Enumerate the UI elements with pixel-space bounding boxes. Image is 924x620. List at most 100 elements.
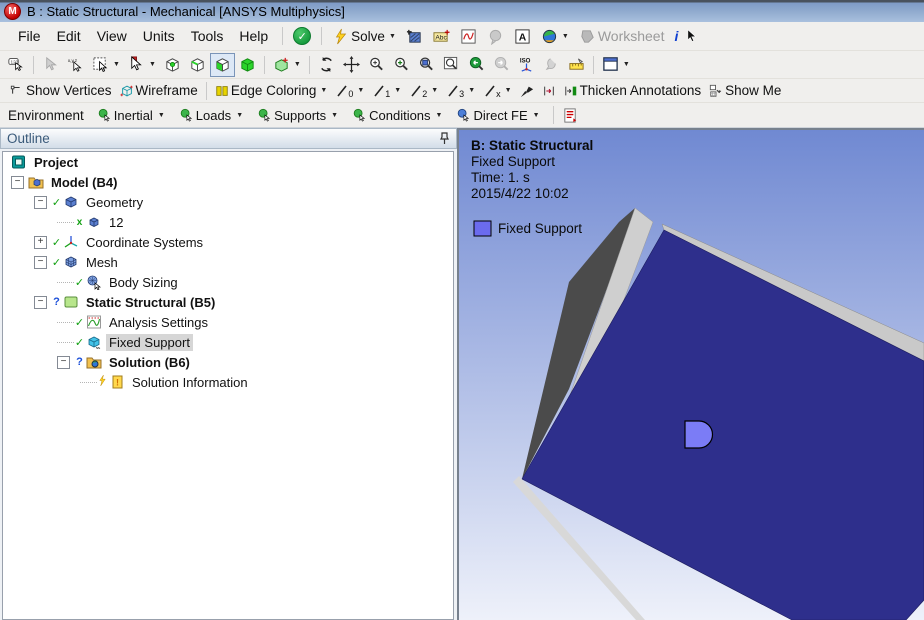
pan-icon: [342, 56, 360, 73]
tree-item-label[interactable]: Solution Information: [129, 374, 251, 391]
environment-label: Environment: [8, 107, 84, 123]
tree-item-fixed-support[interactable]: ✓ Fixed Support: [3, 332, 453, 352]
pin-icon[interactable]: [439, 132, 450, 145]
tree-item-label[interactable]: Geometry: [83, 194, 146, 211]
iso-view-button[interactable]: ISO: [514, 53, 539, 77]
menu-tools[interactable]: Tools: [183, 25, 232, 47]
collapse-toggle[interactable]: −: [57, 355, 70, 369]
expand-toggle[interactable]: +: [34, 235, 47, 249]
tree-item-label[interactable]: 12: [106, 214, 126, 231]
info-button[interactable]: i: [671, 24, 683, 48]
menu-file[interactable]: File: [10, 25, 49, 47]
tree-item-label[interactable]: Solution (B6): [106, 354, 193, 371]
collapse-toggle[interactable]: −: [34, 295, 47, 309]
edge-pen-0-button[interactable]: 0 ▼: [331, 79, 368, 103]
new-chart-button[interactable]: [456, 24, 481, 48]
look-at-button-disabled: [539, 53, 564, 77]
tree-item-static-structural-b5[interactable]: −? Static Structural (B5): [3, 292, 453, 312]
comment-button-disabled: [483, 24, 508, 48]
title-bar: M B : Static Structural - Mechanical [AN…: [0, 0, 924, 22]
annotation-text-button[interactable]: A: [510, 24, 535, 48]
chevron-down-icon: ▼: [532, 111, 540, 119]
tree-item-label[interactable]: Project: [31, 154, 81, 171]
viewports-button[interactable]: ▼: [598, 53, 634, 77]
state-question-icon: ?: [53, 296, 60, 308]
face-filter-button[interactable]: [209, 52, 235, 77]
edge-pen-x-button[interactable]: x ▼: [479, 79, 515, 103]
coordinate-systems-icon: [63, 234, 79, 250]
rotate-button[interactable]: [314, 53, 339, 77]
tree-item-body-sizing[interactable]: ✓ Body Sizing: [3, 272, 453, 292]
tree-item-geometry[interactable]: − ✓ Geometry: [3, 192, 453, 212]
collapse-toggle[interactable]: −: [34, 195, 47, 209]
menu-help[interactable]: Help: [231, 25, 276, 47]
select-type-button[interactable]: ▼: [88, 53, 124, 77]
edge-pen-2-button[interactable]: 2 ▼: [405, 79, 442, 103]
edge-pen-3-button[interactable]: 3 ▼: [442, 79, 479, 103]
edge-pen-1-button[interactable]: 1 ▼: [368, 79, 405, 103]
tree-item-label[interactable]: Coordinate Systems: [83, 234, 206, 251]
new-label-button[interactable]: Abc: [429, 24, 454, 48]
tree-item-model-b4[interactable]: − Model (B4): [3, 172, 453, 192]
loads-button[interactable]: Loads ▼: [174, 103, 248, 127]
body-filter-button[interactable]: [235, 53, 260, 77]
thicken-annotations-button[interactable]: Thicken Annotations: [560, 79, 706, 103]
coordinates-pointer-button[interactable]: x,y,z: [63, 53, 88, 77]
menu-view[interactable]: View: [89, 25, 135, 47]
tree-item-label[interactable]: Model (B4): [48, 174, 120, 191]
menu-units[interactable]: Units: [135, 25, 183, 47]
menu-edit[interactable]: Edit: [49, 25, 89, 47]
tree-item-label[interactable]: Static Structural (B5): [83, 294, 218, 311]
ruler-button[interactable]: [564, 53, 589, 77]
box-zoom-button[interactable]: [439, 53, 464, 77]
pan-button[interactable]: [339, 53, 364, 77]
new-figure-button[interactable]: [402, 24, 427, 48]
scale-deformation-button[interactable]: [538, 79, 560, 103]
image-capture-button[interactable]: ▼: [537, 24, 573, 48]
tree-item-mesh[interactable]: − ✓ Mesh: [3, 252, 453, 272]
tree-item-coordinate-systems[interactable]: + ✓ Coordinate Systems: [3, 232, 453, 252]
collapse-toggle[interactable]: −: [34, 255, 47, 269]
tree-item-label[interactable]: Body Sizing: [106, 274, 181, 291]
pin-button[interactable]: [516, 79, 538, 103]
tree-item-label[interactable]: Fixed Support: [106, 333, 193, 351]
state-check-icon: ✓: [51, 236, 62, 249]
zoom-in-button[interactable]: [389, 53, 414, 77]
tree-item-analysis-settings[interactable]: ✓ Analysis Settings: [3, 312, 453, 332]
zoom-fit-button[interactable]: [414, 53, 439, 77]
model-canvas[interactable]: [459, 130, 924, 620]
collapse-toggle[interactable]: −: [11, 175, 24, 189]
pen-slash-icon: [411, 85, 421, 96]
show-mesh-button[interactable]: Show Me: [705, 79, 785, 103]
inertial-button[interactable]: Inertial ▼: [92, 103, 170, 127]
select-mode-button[interactable]: ▼: [124, 53, 160, 77]
edge-coloring-button[interactable]: Edge Coloring ▼: [211, 79, 332, 103]
resume-button[interactable]: ✓: [289, 24, 315, 48]
tree-item-label[interactable]: Analysis Settings: [106, 314, 211, 331]
conditions-button[interactable]: Conditions ▼: [347, 103, 447, 127]
solve-button[interactable]: Solve ▼: [328, 24, 400, 48]
tree-item-solution-b6[interactable]: −? Solution (B6): [3, 352, 453, 372]
tree-item-solution-information[interactable]: ! Solution Information: [3, 372, 453, 392]
wireframe-label: Wireframe: [135, 83, 198, 98]
tree-item-project[interactable]: Project: [3, 152, 453, 172]
direct-fe-button[interactable]: Direct FE ▼: [451, 103, 544, 127]
support-marker[interactable]: [684, 420, 714, 449]
label-pointer-button[interactable]: 123: [4, 53, 29, 77]
edge-filter-button[interactable]: [185, 53, 210, 77]
geometry-viewport[interactable]: B: Static Structural Fixed Support Time:…: [457, 128, 924, 620]
worksheet-red-button[interactable]: [558, 103, 583, 127]
previous-view-button[interactable]: [464, 53, 489, 77]
supports-button[interactable]: Supports ▼: [252, 103, 343, 127]
solution-information-icon: !: [109, 374, 125, 390]
tree-item-label[interactable]: Mesh: [83, 254, 121, 271]
vertex-filter-button[interactable]: [160, 53, 185, 77]
wireframe-button[interactable]: Wireframe: [116, 79, 202, 103]
tree-item-12[interactable]: x 12: [3, 212, 453, 232]
extend-selection-button[interactable]: ▼: [269, 53, 305, 77]
environment-toolbar: Environment Inertial ▼ Loads ▼ Supports ▼ Cond…: [0, 102, 924, 128]
tree-guide-line: [80, 381, 97, 383]
chevron-down-icon: ▼: [622, 61, 630, 68]
show-vertices-button[interactable]: Show Vertices: [6, 79, 116, 103]
zoom-button[interactable]: [364, 53, 389, 77]
